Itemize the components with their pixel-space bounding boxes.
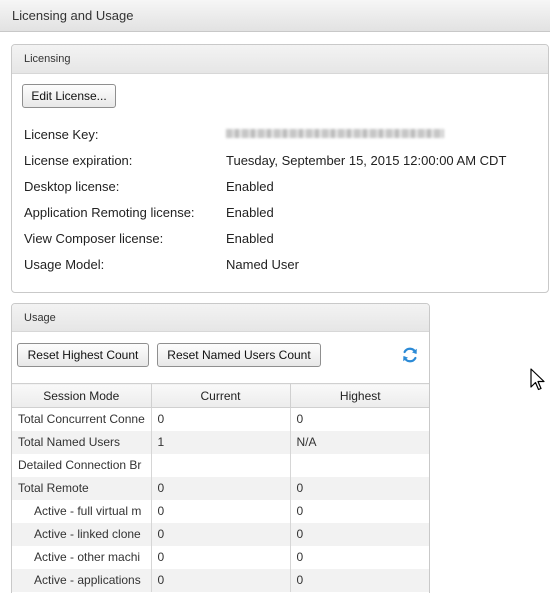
current-cell: 0 [151,568,291,592]
current-cell [151,453,291,477]
usage-panel: Usage Reset Highest Count Reset Named Us… [11,303,430,593]
highest-cell: 0 [290,568,429,592]
table-row[interactable]: Detailed Connection Br [12,453,429,477]
table-row[interactable]: Active - full virtual m 0 0 [12,499,429,523]
highest-cell: 0 [296,412,304,427]
session-mode-cell: Active - full virtual m [12,499,152,523]
table-row[interactable]: Active - other machi 0 0 [12,545,429,569]
usage-model-label: Usage Model: [24,257,105,272]
table-row[interactable]: Active - linked clone 0 0 [12,522,429,546]
table-row[interactable]: Total Named Users 1 N/A [12,430,429,454]
highest-cell: 0 [296,504,304,518]
license-expiration-value: Tuesday, September 15, 2015 12:00:00 AM … [226,153,507,168]
highest-cell [290,454,429,477]
session-mode-cell: Total Named Users [12,430,152,454]
application-remoting-license-value: Enabled [226,205,274,220]
table-row[interactable]: Total Remote 0 0 [12,476,429,500]
session-mode-cell: Active - other machi [12,545,152,569]
column-header-highest[interactable]: Highest [290,383,429,408]
page-title: Licensing and Usage [12,8,134,23]
license-expiration-label: License expiration: [24,153,133,168]
highest-cell: N/A [290,430,429,454]
page-header: Licensing and Usage [0,0,550,32]
edit-license-button[interactable]: Edit License... [22,84,116,108]
current-cell: 0 [151,522,291,546]
usage-heading: Usage [12,304,429,332]
reset-named-users-count-button[interactable]: Reset Named Users Count [157,343,321,367]
current-cell: 0 [151,407,291,431]
mouse-pointer-icon [530,368,545,391]
session-mode-cell: Total Remote [12,476,152,500]
application-remoting-license-label: Application Remoting license: [24,205,195,220]
desktop-license-label: Desktop license: [24,179,120,194]
license-key-label: License Key: [24,127,99,142]
usage-table: Session Mode Current Highest Total Concu… [12,383,429,592]
view-composer-license-label: View Composer license: [24,231,164,246]
desktop-license-value: Enabled [226,179,274,194]
license-key-value-obscured [226,129,444,138]
reset-highest-count-button[interactable]: Reset Highest Count [17,343,149,367]
table-row[interactable]: Total Concurrent Conne 0 0 [12,407,429,431]
refresh-icon[interactable] [401,346,419,364]
licensing-panel: Licensing Edit License... License Key: L… [11,44,549,293]
column-header-session-mode[interactable]: Session Mode [12,383,152,408]
usage-table-header: Session Mode Current Highest [12,383,429,408]
current-cell: 0 [151,545,291,569]
session-mode-cell: Detailed Connection Br [12,453,152,477]
session-mode-cell: Active - linked clone [12,522,152,546]
view-composer-license-value: Enabled [226,231,274,246]
column-header-current[interactable]: Current [151,383,291,408]
highest-cell: 0 [290,522,429,546]
table-row[interactable]: Active - applications 0 0 [12,568,429,592]
current-cell: 0 [151,499,291,523]
licensing-heading: Licensing [12,45,548,74]
usage-model-value: Named User [226,257,299,272]
highest-cell: 0 [296,550,304,564]
session-mode-cell: Active - applications [12,568,152,592]
session-mode-cell: Total Concurrent Conne [12,407,152,431]
highest-cell: 0 [290,476,429,500]
current-cell: 1 [151,430,291,454]
current-cell: 0 [151,476,291,500]
